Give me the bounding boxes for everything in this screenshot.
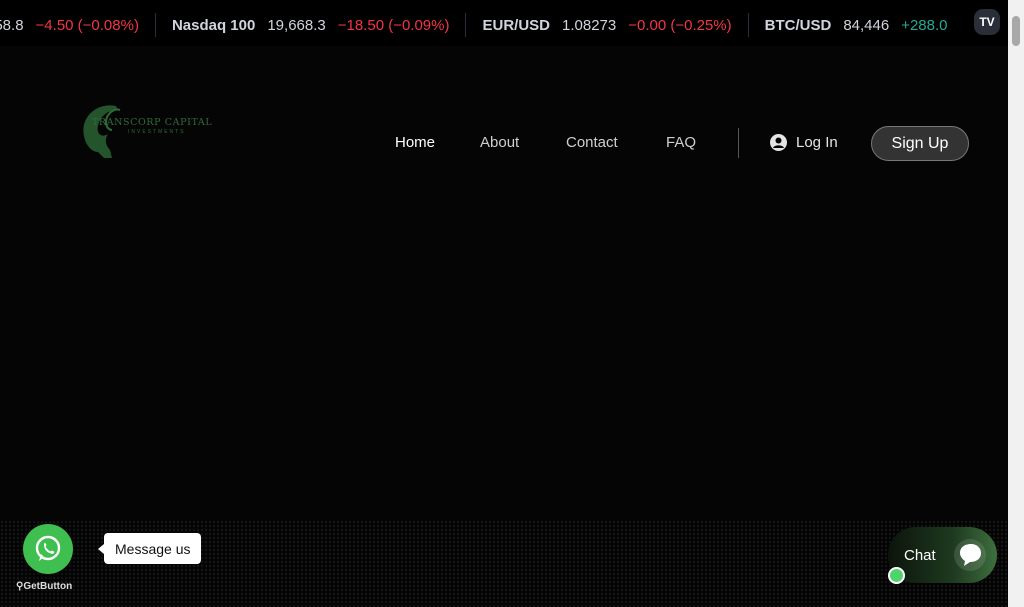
- ticker-change: −4.50 (−0.08%): [35, 16, 139, 34]
- ticker-item[interactable]: BTC/USD 84,446 +288.0: [765, 15, 964, 35]
- chat-label: Chat: [904, 547, 936, 564]
- getbutton-credit[interactable]: ⚲GetButton: [16, 581, 72, 592]
- ticker-symbol: EUR/USD: [482, 16, 550, 34]
- login-label: Log In: [796, 134, 838, 151]
- tradingview-logo-icon[interactable]: TV: [974, 9, 1000, 35]
- logo-subtext: INVESTMENTS: [128, 129, 186, 135]
- market-ticker[interactable]: 658.8 −4.50 (−0.08%) Nasdaq 100 19,668.3 −18…: [0, 0, 1008, 46]
- ticker-change: −0.00 (−0.25%): [628, 16, 732, 34]
- online-status-indicator: [888, 567, 905, 584]
- sign-up-button[interactable]: Sign Up: [871, 126, 969, 161]
- user-circle-icon: [770, 134, 787, 151]
- ticker-symbol: Nasdaq 100: [171, 16, 256, 34]
- ticker-separator: [154, 13, 156, 37]
- nav-home-link[interactable]: Home: [395, 134, 435, 151]
- getbutton-label: GetButton: [23, 581, 73, 592]
- ticker-symbol: BTC/USD: [764, 16, 832, 34]
- ticker-price: 84,446: [843, 16, 890, 34]
- whatsapp-button[interactable]: [23, 524, 73, 574]
- ticker-separator: [747, 13, 749, 37]
- whatsapp-icon: [35, 535, 61, 561]
- ticker-price: 1.08273: [562, 16, 617, 34]
- scrollbar-thumb[interactable]: [1012, 16, 1020, 46]
- ticker-track: 658.8 −4.50 (−0.08%) Nasdaq 100 19,668.3 −18…: [0, 13, 964, 37]
- ticker-item[interactable]: 658.8 −4.50 (−0.08%): [0, 15, 155, 35]
- ticker-change: +288.0: [901, 16, 948, 34]
- ticker-change: −18.50 (−0.09%): [337, 16, 450, 34]
- login-link[interactable]: Log In: [770, 134, 838, 151]
- whatsapp-tooltip: Message us: [97, 533, 202, 564]
- ticker-item[interactable]: Nasdaq 100 19,668.3 −18.50 (−0.09%): [172, 15, 466, 35]
- ticker-price: 658.8: [0, 16, 24, 34]
- nav-divider: [738, 128, 739, 158]
- chat-bubble-icon: [954, 539, 986, 571]
- nav-about-link[interactable]: About: [480, 134, 519, 151]
- nav-faq-link[interactable]: FAQ: [666, 134, 696, 151]
- ticker-price: 19,668.3: [267, 16, 326, 34]
- page-scrollbar[interactable]: [1008, 0, 1024, 607]
- logo-emblem-icon: [83, 105, 118, 158]
- nav-contact-link[interactable]: Contact: [566, 134, 618, 151]
- ticker-item[interactable]: EUR/USD 1.08273 −0.00 (−0.25%): [482, 15, 747, 35]
- ticker-separator: [465, 13, 467, 37]
- logo-text: TRANSCORP CAPITAL: [92, 117, 213, 128]
